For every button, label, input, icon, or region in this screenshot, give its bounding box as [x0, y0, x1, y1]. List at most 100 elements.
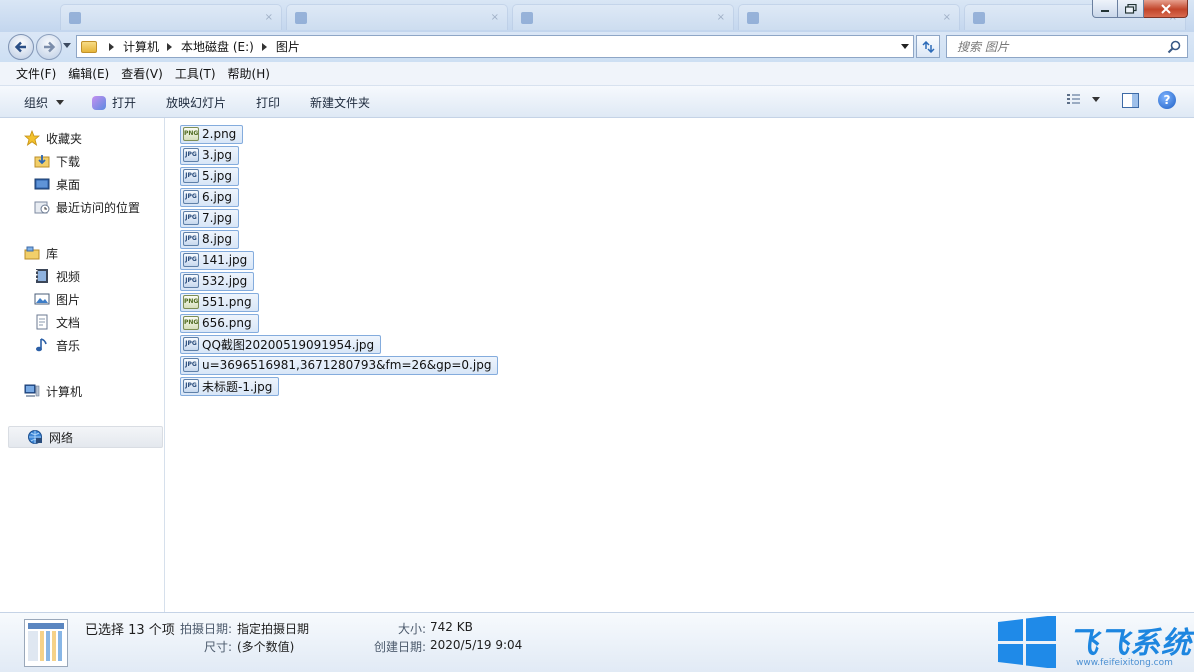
tab-icon	[69, 11, 81, 24]
recent-pages-dropdown[interactable]	[63, 43, 71, 48]
file-item[interactable]: JPG 3.jpg	[180, 145, 240, 165]
file-item[interactable]: JPG 532.jpg	[180, 271, 255, 291]
navigation-pane: 收藏夹 下载 桌面 最近访问的位置 库 视频 图片 文档 音乐 计算机 网络	[0, 118, 165, 612]
slideshow-button[interactable]: 放映幻灯片	[166, 94, 226, 111]
file-item[interactable]: JPG 5.jpg	[180, 166, 240, 186]
file-row: JPG 141.jpg	[180, 250, 498, 271]
breadcrumb-chevron-icon[interactable]	[109, 42, 114, 51]
file-item[interactable]: JPG 141.jpg	[180, 250, 255, 270]
file-item[interactable]: JPG 8.jpg	[180, 229, 240, 249]
file-name: 532.jpg	[202, 274, 248, 288]
nav-music[interactable]: 音乐	[34, 335, 80, 355]
file-item[interactable]: JPG u=3696516981,3671280793&fm=26&gp=0.jp…	[180, 355, 499, 375]
file-name: 6.jpg	[202, 190, 233, 204]
nav-computer[interactable]: 计算机	[24, 381, 82, 401]
breadcrumb-drive-e[interactable]: 本地磁盘 (E:)	[181, 38, 254, 55]
breadcrumb-chevron-icon[interactable]	[167, 42, 173, 51]
search-icon[interactable]	[1167, 40, 1181, 54]
star-icon	[24, 130, 40, 146]
library-icon	[24, 245, 40, 261]
menu-tools[interactable]: 工具(T)	[169, 65, 222, 82]
file-item[interactable]: JPG 未标题-1.jpg	[180, 376, 280, 396]
file-item[interactable]: JPG QQ截图20200519091954.jpg	[180, 334, 382, 354]
nav-desktop[interactable]: 桌面	[34, 174, 80, 194]
file-name: QQ截图20200519091954.jpg	[202, 337, 375, 352]
nav-downloads[interactable]: 下载	[34, 151, 80, 171]
nav-recent-places-label: 最近访问的位置	[56, 200, 141, 215]
pictures-icon	[34, 291, 50, 307]
nav-recent-places[interactable]: 最近访问的位置	[34, 197, 140, 217]
menu-file[interactable]: 文件(F)	[10, 65, 62, 82]
help-icon[interactable]: ?	[1158, 91, 1176, 109]
open-button[interactable]: 打开	[92, 94, 136, 111]
menu-bar: 文件(F) 编辑(E) 查看(V) 工具(T) 帮助(H)	[0, 62, 1194, 86]
file-name: 未标题-1.jpg	[202, 379, 273, 394]
change-view-button[interactable]	[1066, 92, 1100, 106]
nav-pictures[interactable]: 图片	[34, 289, 80, 309]
back-button[interactable]	[8, 34, 34, 60]
nav-computer-label: 计算机	[46, 384, 83, 399]
nav-videos-label: 视频	[56, 269, 81, 284]
music-icon	[34, 337, 50, 353]
address-bar[interactable]: 计算机 本地磁盘 (E:) 图片	[76, 35, 914, 58]
selection-thumbnail	[24, 619, 68, 667]
tab-icon	[973, 11, 985, 24]
watermark-url: www.feifeixitong.com	[1076, 658, 1173, 668]
file-row: PNG 2.png	[180, 124, 498, 145]
new-folder-label: 新建文件夹	[310, 96, 371, 110]
windows-logo-icon	[998, 616, 1056, 668]
view-list-icon	[1067, 94, 1080, 104]
minimize-button[interactable]	[1092, 0, 1118, 18]
breadcrumb-computer[interactable]: 计算机	[123, 38, 159, 55]
file-row: JPG 未标题-1.jpg	[180, 376, 498, 397]
print-button[interactable]: 打印	[256, 94, 280, 111]
breadcrumb-chevron-icon[interactable]	[261, 42, 267, 51]
maximize-button[interactable]	[1118, 0, 1144, 18]
folder-icon	[81, 40, 97, 53]
search-input[interactable]	[957, 39, 1157, 54]
nav-videos[interactable]: 视频	[34, 266, 80, 286]
png-file-icon: PNG	[183, 316, 199, 330]
file-item[interactable]: PNG 656.png	[180, 313, 259, 333]
close-button[interactable]	[1144, 0, 1188, 18]
watermark-title: 飞飞系统	[1068, 626, 1192, 661]
file-row: JPG 3.jpg	[180, 145, 498, 166]
chevron-down-icon	[56, 100, 65, 105]
file-name: 3.jpg	[202, 148, 233, 162]
file-name: 656.png	[202, 316, 252, 330]
search-box[interactable]	[946, 35, 1188, 58]
date-taken-label: 拍摄日期:	[180, 622, 233, 636]
menu-edit[interactable]: 编辑(E)	[62, 65, 115, 82]
file-name: 5.jpg	[202, 169, 233, 183]
file-item[interactable]: JPG 7.jpg	[180, 208, 240, 228]
site-watermark-logo: 飞飞系统 www.feifeixitong.com	[996, 614, 1194, 672]
file-item[interactable]: PNG 551.png	[180, 292, 259, 312]
forward-button[interactable]	[36, 34, 62, 60]
file-item[interactable]: PNG 2.png	[180, 124, 244, 144]
refresh-icon	[922, 40, 935, 53]
nav-favorites-label: 收藏夹	[46, 131, 83, 146]
nav-favorites[interactable]: 收藏夹	[24, 128, 82, 148]
tab-icon	[521, 11, 533, 24]
chevron-down-icon[interactable]	[1092, 96, 1100, 102]
address-row: 计算机 本地磁盘 (E:) 图片	[0, 32, 1194, 62]
nav-documents-label: 文档	[56, 315, 81, 330]
nav-network[interactable]: 网络	[8, 426, 163, 448]
tab-close-icon: ×	[490, 12, 499, 23]
organize-button[interactable]: 组织	[24, 94, 65, 111]
menu-view[interactable]: 查看(V)	[115, 65, 169, 82]
nav-libraries-label: 库	[46, 246, 59, 261]
menu-help[interactable]: 帮助(H)	[222, 65, 276, 82]
breadcrumb-pictures[interactable]: 图片	[276, 38, 300, 55]
window-controls	[1092, 0, 1188, 18]
address-history-dropdown[interactable]	[901, 44, 909, 49]
new-folder-button[interactable]: 新建文件夹	[310, 94, 370, 111]
file-row: JPG 7.jpg	[180, 208, 498, 229]
nav-documents[interactable]: 文档	[34, 312, 80, 332]
refresh-button[interactable]	[916, 35, 940, 58]
file-item[interactable]: JPG 6.jpg	[180, 187, 240, 207]
date-taken-value[interactable]: 指定拍摄日期	[237, 620, 309, 637]
file-name: u=3696516981,3671280793&fm=26&gp=0.jpg	[202, 358, 492, 372]
preview-pane-button[interactable]	[1122, 93, 1139, 108]
nav-libraries[interactable]: 库	[24, 243, 58, 263]
